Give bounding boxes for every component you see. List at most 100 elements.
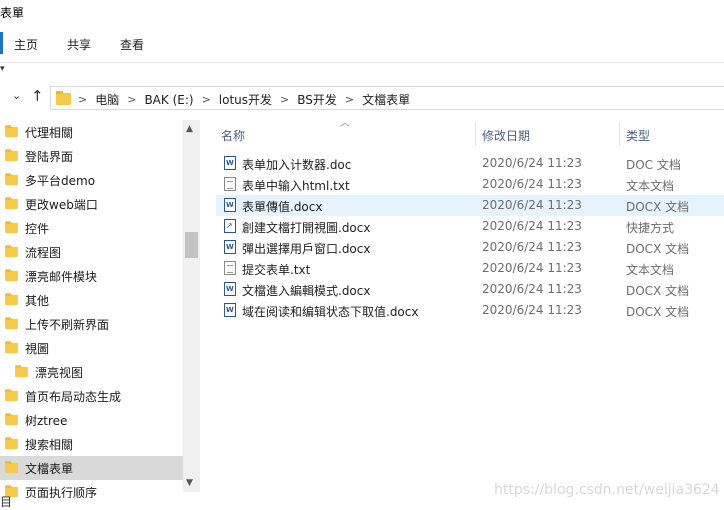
sidebar-item[interactable]: 页面执行顺序 <box>0 480 183 498</box>
sidebar-item-label: 控件 <box>25 221 50 236</box>
sidebar-item[interactable]: 上传不刷新界面 <box>0 312 183 336</box>
chevron-right-icon[interactable]: > <box>345 93 354 106</box>
file-date: 2020/6/24 11:23 <box>482 240 582 254</box>
file-date: 2020/6/24 11:23 <box>482 198 582 212</box>
chevron-right-icon[interactable]: > <box>202 93 211 106</box>
sidebar-scrollbar-thumb[interactable] <box>185 232 198 258</box>
folder-icon <box>5 197 18 210</box>
window-title: 表單 <box>0 6 25 20</box>
file-date: 2020/6/24 11:23 <box>482 219 582 233</box>
chevron-right-icon[interactable]: > <box>78 93 87 106</box>
file-type: 文本文档 <box>626 263 675 277</box>
quick-access-dropdown-icon[interactable]: ▾ <box>0 64 5 74</box>
folder-icon <box>5 437 18 450</box>
ribbon-divider <box>0 62 724 63</box>
tab-home[interactable]: 主页 <box>14 36 38 53</box>
file-row[interactable]: 域在阅读和编辑状态下取值.docx 2020/6/24 11:23 DOCX 文… <box>216 300 724 321</box>
folder-icon <box>5 317 18 330</box>
watermark: https://blog.csdn.net/weijia3624 <box>494 482 720 498</box>
chevron-right-icon[interactable]: > <box>127 93 136 106</box>
word-doc-icon <box>224 282 236 296</box>
sidebar-item-label: 漂亮视图 <box>35 365 84 380</box>
sidebar-item-label: 搜索相關 <box>25 437 74 452</box>
file-row-selected[interactable]: 表單傳值.docx 2020/6/24 11:23 DOCX 文档 <box>216 195 724 216</box>
file-row[interactable]: 提交表单.txt 2020/6/24 11:23 文本文档 <box>216 258 724 279</box>
sidebar-item-label: 树ztree <box>25 413 68 428</box>
file-row[interactable]: 創建文檔打開視圖.docx 2020/6/24 11:23 快捷方式 <box>216 216 724 237</box>
sidebar-item[interactable]: 視圖 <box>0 336 183 360</box>
file-name: 域在阅读和编辑状态下取值.docx <box>242 305 419 319</box>
chevron-right-icon[interactable]: > <box>280 93 289 106</box>
folder-icon <box>5 293 18 306</box>
sidebar-item[interactable]: 漂亮邮件模块 <box>0 264 183 288</box>
sidebar-item[interactable]: 搜索相關 <box>0 432 183 456</box>
sidebar-item[interactable]: 控件 <box>0 216 183 240</box>
text-file-icon <box>224 177 236 191</box>
sidebar-item[interactable]: 登陆界面 <box>0 144 183 168</box>
file-date: 2020/6/24 11:23 <box>482 156 582 170</box>
folder-icon <box>5 269 18 282</box>
file-date: 2020/6/24 11:23 <box>482 177 582 191</box>
file-row[interactable]: 表单加入计数器.doc 2020/6/24 11:23 DOC 文档 <box>216 153 724 174</box>
file-type: DOCX 文档 <box>626 242 690 256</box>
folder-icon <box>5 413 18 426</box>
column-divider[interactable] <box>475 122 476 146</box>
file-row[interactable]: 彈出選擇用戶窗口.docx 2020/6/24 11:23 DOCX 文档 <box>216 237 724 258</box>
recent-locations-chevron-icon[interactable]: ⌄ <box>12 89 21 102</box>
column-header-date[interactable]: 修改日期 <box>482 127 530 144</box>
breadcrumb-computer[interactable]: 电脑 <box>95 91 119 108</box>
folder-icon <box>5 389 18 402</box>
file-date: 2020/6/24 11:23 <box>482 261 582 275</box>
breadcrumb-drive[interactable]: BAK (E:) <box>144 93 193 107</box>
sidebar-scrollbar[interactable] <box>183 120 200 492</box>
file-name: 表单加入计数器.doc <box>242 158 352 172</box>
file-type: DOCX 文档 <box>626 200 690 214</box>
file-name: 文檔進入編輯模式.docx <box>242 284 371 298</box>
file-date: 2020/6/24 11:23 <box>482 282 582 296</box>
sidebar-item-label: 其他 <box>25 293 50 308</box>
sidebar-item[interactable]: 多平台demo <box>0 168 183 192</box>
sidebar-item-selected[interactable]: 文檔表單 <box>0 456 183 480</box>
file-type: DOC 文档 <box>626 158 681 172</box>
up-arrow-icon[interactable]: ↑ <box>31 87 44 105</box>
word-doc-icon <box>224 198 236 212</box>
file-type: 快捷方式 <box>626 221 675 235</box>
breadcrumb-current[interactable]: 文檔表單 <box>362 91 410 108</box>
tab-share[interactable]: 共享 <box>67 36 91 53</box>
folder-icon <box>15 365 28 378</box>
shortcut-icon <box>224 219 236 233</box>
column-header-type[interactable]: 类型 <box>626 127 650 144</box>
text-file-icon <box>224 261 236 275</box>
scroll-down-icon[interactable]: ▼ <box>186 478 193 488</box>
file-row[interactable]: 文檔進入編輯模式.docx 2020/6/24 11:23 DOCX 文档 <box>216 279 724 300</box>
sidebar-item-label: 首页布局动态生成 <box>25 389 122 404</box>
file-row[interactable]: 表单中输入html.txt 2020/6/24 11:23 文本文档 <box>216 174 724 195</box>
folder-icon <box>5 221 18 234</box>
sidebar-item[interactable]: 其他 <box>0 288 183 312</box>
sidebar-item[interactable]: 漂亮视图 <box>0 360 183 384</box>
ribbon-file-tab-accent[interactable] <box>0 32 3 54</box>
scroll-up-icon[interactable]: ▲ <box>186 124 193 134</box>
file-type: 文本文档 <box>626 179 675 193</box>
sidebar-item[interactable]: 更改web端口 <box>0 192 183 216</box>
folder-icon <box>5 125 18 138</box>
address-folder-icon <box>56 91 71 105</box>
file-name: 提交表单.txt <box>242 263 311 277</box>
sidebar-item[interactable]: 流程图 <box>0 240 183 264</box>
breadcrumb: > 电脑 > BAK (E:) > lotus开发 > BS开发 > 文檔表單 <box>70 91 410 108</box>
sidebar-item-label: 代理相關 <box>25 125 74 140</box>
file-type: DOCX 文档 <box>626 305 690 319</box>
column-header-name[interactable]: 名称 <box>221 127 245 144</box>
column-divider[interactable] <box>619 122 620 146</box>
sidebar-item-label: 流程图 <box>25 245 62 260</box>
breadcrumb-lotus[interactable]: lotus开发 <box>219 91 272 108</box>
breadcrumb-bs[interactable]: BS开发 <box>297 91 337 108</box>
navigation-pane: 代理相關 登陆界面 多平台demo 更改web端口 控件 流程图 漂亮邮件模块 … <box>0 120 200 498</box>
file-name: 表單傳值.docx <box>242 200 323 214</box>
file-date: 2020/6/24 11:23 <box>482 303 582 317</box>
sidebar-item-label: 更改web端口 <box>25 197 98 212</box>
sidebar-item[interactable]: 代理相關 <box>0 120 183 144</box>
sidebar-item[interactable]: 树ztree <box>0 408 183 432</box>
tab-view[interactable]: 查看 <box>120 36 144 53</box>
sidebar-item[interactable]: 首页布局动态生成 <box>0 384 183 408</box>
